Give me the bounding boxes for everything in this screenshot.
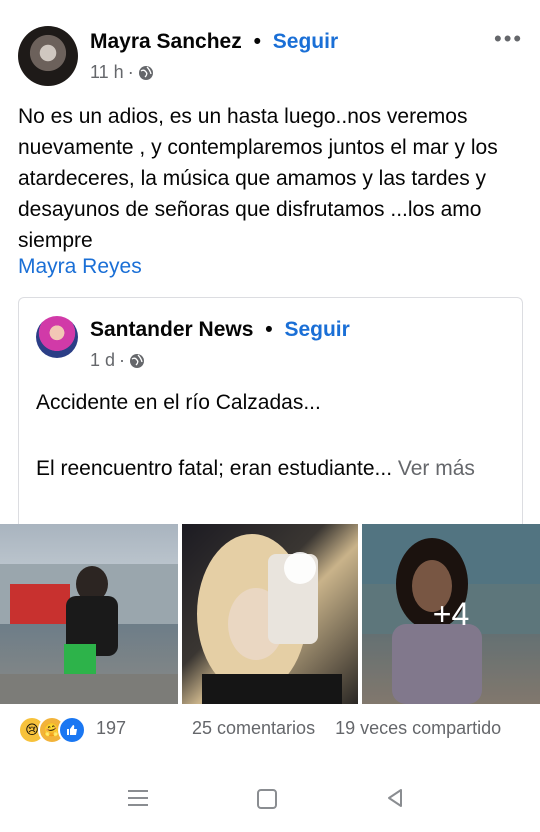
reaction-count[interactable]: 197 (96, 718, 126, 739)
shared-author-avatar[interactable] (36, 316, 78, 358)
shared-text: El reencuentro fatal; eran estudiante... (36, 457, 393, 480)
globe-icon (130, 353, 145, 368)
like-reaction-icon (58, 716, 86, 744)
nav-menu-icon[interactable] (128, 785, 148, 811)
post-text: No es un adios, es un hasta luego..nos v… (18, 105, 498, 252)
comments-count[interactable]: 25 comentarios (192, 718, 315, 738)
photo-2[interactable] (182, 524, 358, 704)
photo-3[interactable]: +4 (362, 524, 540, 704)
photo-1[interactable] (0, 524, 178, 704)
meta-separator: · (127, 62, 134, 82)
shared-text-line1: Accidente en el río Calzadas... (36, 391, 321, 414)
shared-follow-button[interactable]: Seguir (284, 318, 349, 341)
author-name[interactable]: Mayra Sanchez (90, 30, 242, 53)
more-options-icon[interactable]: ••• (494, 26, 523, 52)
shared-author-line: Santander News • Seguir (90, 318, 350, 342)
photo-1-art (0, 564, 178, 704)
shared-author-name[interactable]: Santander News (90, 318, 253, 341)
dot-separator: • (265, 318, 273, 341)
meta-separator: · (119, 350, 126, 370)
reaction-icons[interactable]: 😢 🤗 (18, 716, 86, 744)
globe-icon (138, 65, 153, 80)
post-time[interactable]: 11 h (90, 62, 124, 83)
nav-home-icon[interactable] (257, 789, 277, 809)
shared-text-line2: El reencuentro fatal; eran estudiante...… (36, 453, 506, 484)
shares-count[interactable]: 19 veces compartido (335, 718, 501, 738)
post-stats: 25 comentarios 19 veces compartido (192, 718, 501, 739)
nav-back-icon[interactable] (385, 787, 405, 809)
dot-separator: • (253, 30, 261, 53)
see-more-link[interactable]: Ver más (398, 457, 475, 480)
follow-button[interactable]: Seguir (273, 30, 338, 53)
post-meta: 11 h · (90, 62, 154, 83)
shared-meta: 1 d · (90, 350, 145, 371)
more-photos-count[interactable]: +4 (362, 596, 540, 633)
post-author-line: Mayra Sanchez • Seguir (90, 30, 338, 54)
shared-time[interactable]: 1 d (90, 350, 115, 371)
mention-link[interactable]: Mayra Reyes (18, 255, 142, 279)
author-avatar[interactable] (18, 26, 78, 86)
photo-2-art (197, 534, 342, 704)
